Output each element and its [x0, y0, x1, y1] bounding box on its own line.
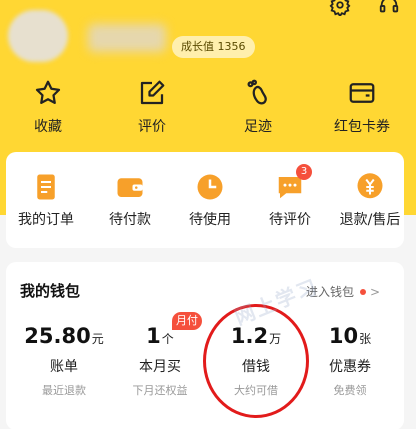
clock-icon [197, 174, 223, 200]
order-label: 待使用 [189, 212, 231, 228]
red-highlight-circle [203, 304, 309, 418]
star-icon [35, 80, 61, 104]
stat-sub: 最近退款 [42, 384, 86, 397]
chevron-right-icon: > [370, 285, 381, 299]
quick-action-label: 收藏 [34, 119, 62, 135]
refund-icon [357, 173, 383, 199]
edit-icon [140, 80, 165, 105]
order-label: 退款/售后 [339, 212, 401, 228]
stat-unit: 张 [359, 332, 372, 346]
stat-value: 1 [146, 324, 161, 348]
orders-card: 我的订单 待付款 待使用 3 待评价 退款/售后 [6, 152, 404, 248]
stat-label: 优惠券 [329, 359, 371, 375]
stat-unit: 元 [91, 332, 104, 346]
order-to-use[interactable]: 待使用 [170, 172, 250, 229]
quick-action-label: 评价 [138, 119, 166, 135]
wallet-title: 我的钱包 [20, 282, 81, 300]
avatar[interactable] [8, 10, 68, 62]
quick-footprints[interactable]: 足迹 [218, 78, 298, 138]
stat-label: 账单 [50, 359, 78, 375]
wallet-bill[interactable]: 25.80元 账单 最近退款 [18, 324, 110, 398]
enter-wallet-link[interactable]: 进入钱包 > [306, 283, 380, 300]
stat-sub: 下月还权益 [132, 384, 188, 397]
order-list-icon [37, 174, 55, 200]
footprint-icon [247, 79, 267, 105]
quick-coupons[interactable]: 红包卡券 [322, 78, 402, 138]
enter-wallet-label: 进入钱包 [306, 285, 355, 299]
wallet-coupons[interactable]: 10张 优惠券 免费领 [304, 324, 396, 398]
order-label: 我的订单 [18, 212, 74, 228]
wallet-icon [117, 178, 143, 197]
notification-dot [360, 289, 367, 295]
order-pending-payment[interactable]: 待付款 [90, 172, 170, 229]
customer-service-icon[interactable] [378, 0, 400, 16]
quick-reviews[interactable]: 评价 [112, 78, 192, 138]
quick-actions: 收藏 评价 足迹 红包卡券 [0, 78, 416, 138]
review-count-badge: 3 [296, 164, 312, 180]
stat-sub: 免费领 [333, 384, 367, 397]
order-to-review[interactable]: 3 待评价 [250, 164, 330, 229]
stat-unit: 个 [161, 332, 174, 346]
growth-value-badge[interactable]: 成长值 1356 [172, 36, 255, 58]
order-label: 待评价 [269, 212, 311, 228]
coupon-wallet-icon [349, 83, 375, 103]
wallet-monthly-buy[interactable]: 1个 本月买 下月还权益 [114, 324, 206, 398]
order-all[interactable]: 我的订单 [6, 172, 86, 229]
quick-action-label: 足迹 [244, 119, 272, 135]
quick-favorites[interactable]: 收藏 [8, 78, 88, 138]
stat-value: 10 [328, 324, 359, 348]
settings-icon[interactable] [329, 0, 351, 18]
order-refund[interactable]: 退款/售后 [330, 172, 410, 229]
stat-label: 本月买 [139, 359, 181, 375]
stat-value: 25.80 [24, 324, 91, 348]
user-name-blurred [88, 24, 166, 52]
order-label: 待付款 [109, 212, 151, 228]
quick-action-label: 红包卡券 [334, 119, 390, 135]
